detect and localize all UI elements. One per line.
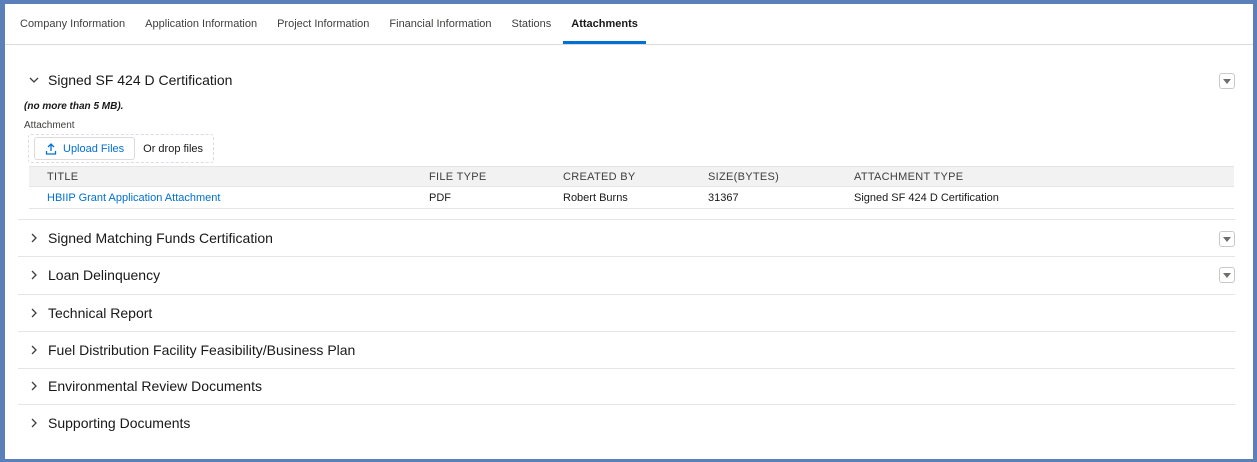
chevron-right-icon bbox=[26, 267, 42, 283]
section-header-supporting-documents[interactable]: Supporting Documents bbox=[18, 405, 1235, 441]
section-title: Loan Delinquency bbox=[48, 267, 161, 283]
upload-files-label: Upload Files bbox=[63, 142, 125, 155]
size-note: (no more than 5 MB). bbox=[24, 101, 124, 112]
tab-project-information[interactable]: Project Information bbox=[277, 4, 369, 44]
caret-down-icon bbox=[1223, 78, 1231, 84]
caret-down-icon bbox=[1223, 236, 1231, 242]
section-title: Environmental Review Documents bbox=[48, 378, 262, 394]
section-header-technical-report[interactable]: Technical Report bbox=[18, 295, 1235, 331]
section-menu-button[interactable] bbox=[1219, 267, 1235, 283]
cell-created-by: Robert Burns bbox=[563, 191, 628, 204]
caret-down-icon bbox=[1223, 272, 1231, 278]
column-header-title[interactable]: TITLE bbox=[29, 171, 429, 183]
file-dropzone[interactable]: Upload Files Or drop files bbox=[28, 134, 214, 163]
section-title: Fuel Distribution Facility Feasibility/B… bbox=[48, 342, 356, 358]
column-header-attachment-type[interactable]: ATTACHMENT TYPE bbox=[854, 171, 1234, 183]
cell-file-type: PDF bbox=[429, 191, 451, 204]
tab-financial-information[interactable]: Financial Information bbox=[389, 4, 491, 44]
drop-files-text: Or drop files bbox=[143, 142, 204, 155]
section-title: Signed SF 424 D Certification bbox=[48, 72, 233, 88]
cell-size: 31367 bbox=[708, 191, 739, 204]
tab-attachments[interactable]: Attachments bbox=[563, 4, 646, 44]
table-row: HBIIP Grant Application Attachment PDF R… bbox=[29, 187, 1234, 209]
section-menu-button[interactable] bbox=[1219, 231, 1235, 247]
attachment-title-link[interactable]: HBIIP Grant Application Attachment bbox=[29, 192, 429, 204]
tab-stations[interactable]: Stations bbox=[512, 4, 552, 44]
section-title: Signed Matching Funds Certification bbox=[48, 230, 273, 246]
chevron-right-icon bbox=[26, 342, 42, 358]
upload-files-button[interactable]: Upload Files bbox=[34, 137, 136, 160]
column-header-file-type[interactable]: FILE TYPE bbox=[429, 171, 563, 183]
section-menu-button[interactable] bbox=[1219, 73, 1235, 89]
cell-attachment-type: Signed SF 424 D Certification bbox=[854, 191, 999, 204]
section-header-loan-delinquency[interactable]: Loan Delinquency bbox=[18, 257, 1235, 293]
section-header-environmental-review[interactable]: Environmental Review Documents bbox=[18, 368, 1235, 404]
section-header-sf424d[interactable]: Signed SF 424 D Certification bbox=[18, 62, 1235, 98]
chevron-right-icon bbox=[26, 230, 42, 246]
upload-icon bbox=[45, 142, 57, 155]
section-header-matching-funds[interactable]: Signed Matching Funds Certification bbox=[18, 220, 1235, 256]
chevron-down-icon bbox=[26, 72, 42, 88]
tab-application-information[interactable]: Application Information bbox=[145, 4, 257, 44]
table-header-row: TITLE FILE TYPE CREATED BY SIZE(BYTES) A… bbox=[29, 166, 1234, 187]
column-header-created-by[interactable]: CREATED BY bbox=[563, 171, 708, 183]
chevron-right-icon bbox=[26, 415, 42, 431]
attachment-field-label: Attachment bbox=[24, 120, 75, 131]
section-title: Supporting Documents bbox=[48, 415, 191, 431]
section-title: Technical Report bbox=[48, 305, 153, 321]
tab-company-information[interactable]: Company Information bbox=[20, 4, 125, 44]
tab-bar: Company Information Application Informat… bbox=[5, 4, 1253, 45]
chevron-right-icon bbox=[26, 378, 42, 394]
section-header-feasibility-plan[interactable]: Fuel Distribution Facility Feasibility/B… bbox=[18, 332, 1235, 368]
chevron-right-icon bbox=[26, 305, 42, 321]
attachments-table: TITLE FILE TYPE CREATED BY SIZE(BYTES) A… bbox=[29, 166, 1234, 209]
column-header-size[interactable]: SIZE(BYTES) bbox=[708, 171, 854, 183]
